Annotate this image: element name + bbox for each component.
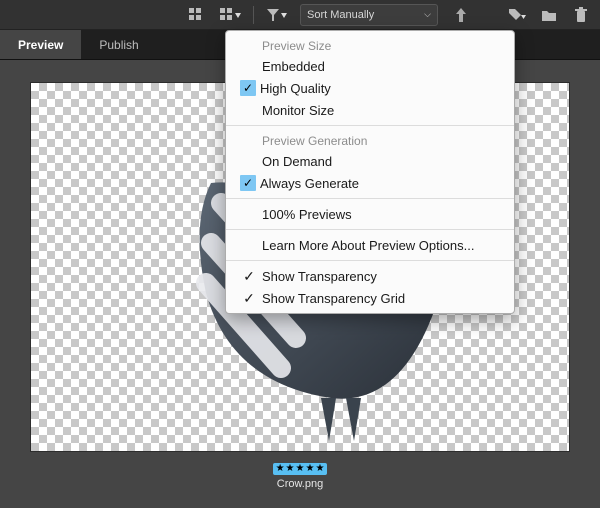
star-icon: ★ bbox=[315, 464, 324, 474]
menu-item-always-generate[interactable]: ✓ Always Generate bbox=[226, 172, 514, 194]
trash-icon[interactable] bbox=[570, 5, 592, 25]
sort-direction-icon[interactable] bbox=[450, 5, 472, 25]
menu-item-high-quality[interactable]: ✓ High Quality bbox=[226, 77, 514, 99]
menu-header-preview-generation: Preview Generation bbox=[226, 130, 514, 150]
menu-separator bbox=[226, 260, 514, 261]
menu-label: Learn More About Preview Options... bbox=[262, 238, 474, 253]
check-slot bbox=[240, 102, 258, 118]
menu-label: Embedded bbox=[262, 59, 325, 74]
star-icon: ★ bbox=[305, 464, 314, 474]
check-slot bbox=[240, 153, 258, 169]
menu-header-preview-size: Preview Size bbox=[226, 35, 514, 55]
menu-label: Always Generate bbox=[260, 176, 359, 191]
menu-item-show-transparency[interactable]: ✓ Show Transparency bbox=[226, 265, 514, 287]
filter-icon[interactable] bbox=[266, 5, 288, 25]
folder-icon[interactable] bbox=[538, 5, 560, 25]
menu-item-100pct-previews[interactable]: 100% Previews bbox=[226, 203, 514, 225]
menu-item-learn-more[interactable]: Learn More About Preview Options... bbox=[226, 234, 514, 256]
check-icon: ✓ bbox=[240, 80, 256, 96]
check-icon: ✓ bbox=[240, 268, 258, 284]
grid-view-dropdown-icon[interactable] bbox=[219, 5, 241, 25]
tab-publish[interactable]: Publish bbox=[81, 30, 156, 59]
top-toolbar: Sort Manually ⌵ bbox=[0, 0, 600, 30]
star-icon: ★ bbox=[296, 464, 305, 474]
rating-badge[interactable]: ★ ★ ★ ★ ★ bbox=[273, 463, 328, 475]
check-slot bbox=[240, 58, 258, 74]
tab-label: Publish bbox=[99, 38, 138, 52]
tab-preview[interactable]: Preview bbox=[0, 30, 81, 59]
menu-label: Show Transparency bbox=[262, 269, 377, 284]
menu-item-on-demand[interactable]: On Demand bbox=[226, 150, 514, 172]
chevron-down-icon: ⌵ bbox=[424, 9, 431, 20]
menu-label: Monitor Size bbox=[262, 103, 334, 118]
star-icon: ★ bbox=[276, 464, 285, 474]
menu-label: 100% Previews bbox=[262, 207, 352, 222]
thumb-footer: ★ ★ ★ ★ ★ Crow.png bbox=[273, 458, 328, 490]
star-icon: ★ bbox=[286, 464, 295, 474]
grid-view-icon[interactable] bbox=[185, 5, 207, 25]
tab-label: Preview bbox=[18, 38, 63, 52]
menu-item-show-transparency-grid[interactable]: ✓ Show Transparency Grid bbox=[226, 287, 514, 309]
sort-combo[interactable]: Sort Manually ⌵ bbox=[300, 4, 438, 26]
right-toolbar bbox=[506, 5, 592, 25]
menu-label: High Quality bbox=[260, 81, 331, 96]
menu-label: Show Transparency Grid bbox=[262, 291, 405, 306]
preview-options-menu: Preview Size Embedded ✓ High Quality Mon… bbox=[225, 30, 515, 314]
toolbar-divider bbox=[253, 6, 254, 24]
tag-icon[interactable] bbox=[506, 5, 528, 25]
check-icon: ✓ bbox=[240, 175, 256, 191]
check-icon: ✓ bbox=[240, 290, 258, 306]
filename-label: Crow.png bbox=[273, 478, 328, 490]
menu-item-embedded[interactable]: Embedded bbox=[226, 55, 514, 77]
menu-separator bbox=[226, 229, 514, 230]
menu-label: On Demand bbox=[262, 154, 332, 169]
check-slot bbox=[240, 237, 258, 253]
menu-separator bbox=[226, 198, 514, 199]
menu-item-monitor-size[interactable]: Monitor Size bbox=[226, 99, 514, 121]
sort-label: Sort Manually bbox=[307, 9, 374, 21]
menu-separator bbox=[226, 125, 514, 126]
check-slot bbox=[240, 206, 258, 222]
